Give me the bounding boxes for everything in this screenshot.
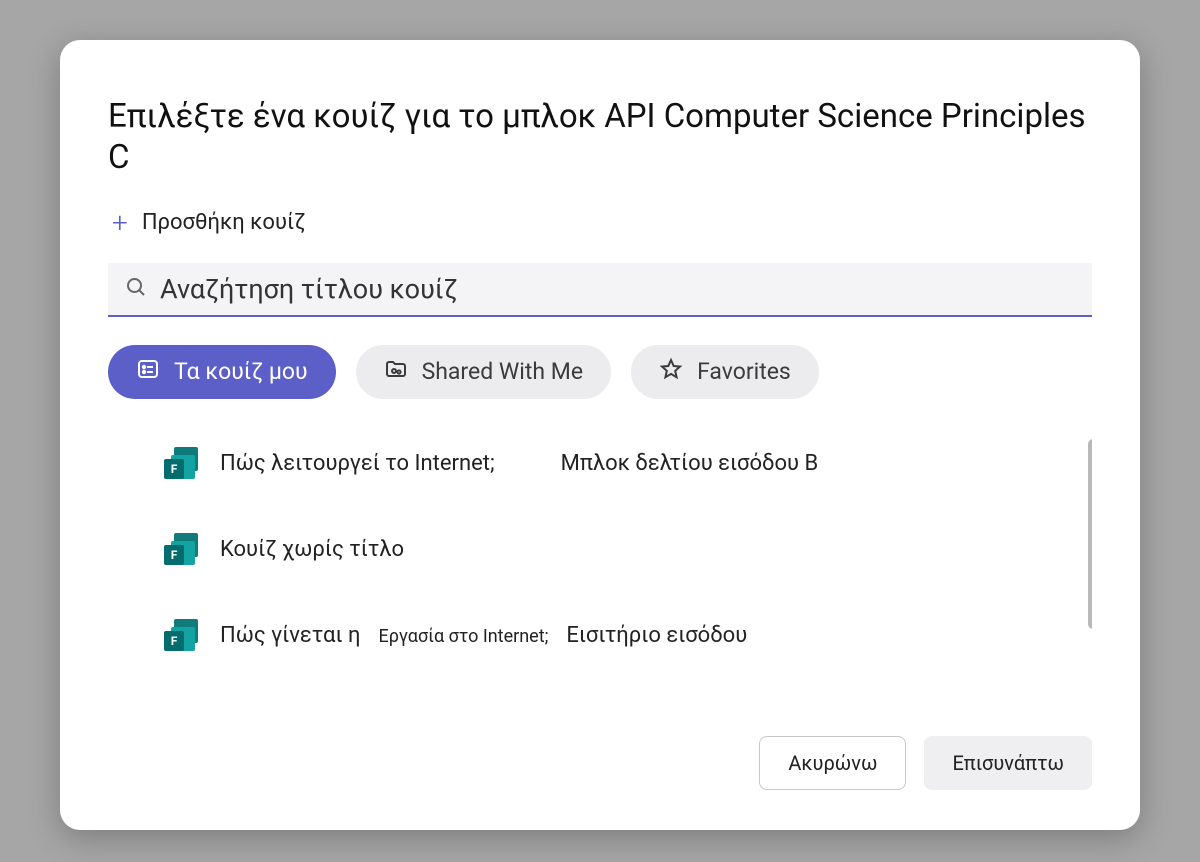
- quiz-row[interactable]: F Κουίζ χωρίς τίτλο: [164, 533, 1092, 567]
- modal-title: Επιλέξτε ένα κουίζ για το μπλοκ API Comp…: [108, 96, 1092, 179]
- tab-favorites[interactable]: Favorites: [631, 345, 819, 399]
- quiz-list: F Πώς λειτουργεί το Internet; Μπλοκ δελτ…: [108, 435, 1092, 653]
- add-quiz-button[interactable]: + Προσθήκη κουίζ: [108, 209, 1092, 237]
- tab-shared-with-me[interactable]: Shared With Me: [356, 345, 611, 399]
- quiz-picker-modal: Επιλέξτε ένα κουίζ για το μπλοκ API Comp…: [60, 40, 1140, 830]
- tab-label: Τα κουίζ μου: [174, 358, 308, 385]
- tab-label: Favorites: [697, 358, 791, 385]
- forms-icon: F: [164, 619, 198, 653]
- modal-footer: Ακυρώνω Επισυνάπτω: [108, 736, 1092, 790]
- tab-my-quizzes[interactable]: Τα κουίζ μου: [108, 345, 336, 399]
- search-field-wrap[interactable]: [108, 263, 1092, 317]
- star-icon: [659, 357, 683, 387]
- quiz-title: Πώς λειτουργεί το Internet; Μπλοκ δελτίο…: [220, 451, 818, 476]
- quiz-list-area: F Πώς λειτουργεί το Internet; Μπλοκ δελτ…: [108, 435, 1092, 717]
- quiz-title: Πώς γίνεται η Εργασία στο Internet; Εισι…: [220, 623, 747, 648]
- list-icon: [136, 357, 160, 387]
- forms-icon: F: [164, 447, 198, 481]
- tab-label: Shared With Me: [422, 358, 583, 385]
- quiz-row[interactable]: F Πώς λειτουργεί το Internet; Μπλοκ δελτ…: [164, 447, 1092, 481]
- search-icon: [124, 275, 148, 303]
- scrollbar-thumb[interactable]: [1088, 439, 1092, 629]
- cancel-button[interactable]: Ακυρώνω: [759, 736, 906, 790]
- add-quiz-label: Προσθήκη κουίζ: [142, 210, 306, 235]
- search-input[interactable]: [160, 273, 1076, 305]
- attach-button[interactable]: Επισυνάπτω: [924, 736, 1092, 790]
- quiz-row[interactable]: F Πώς γίνεται η Εργασία στο Internet; Ει…: [164, 619, 1092, 653]
- quiz-title: Κουίζ χωρίς τίτλο: [220, 537, 404, 562]
- plus-icon: +: [112, 209, 128, 237]
- shared-folder-icon: [384, 357, 408, 387]
- filter-tabs: Τα κουίζ μου Shared With Me Favorites: [108, 345, 1092, 399]
- forms-icon: F: [164, 533, 198, 567]
